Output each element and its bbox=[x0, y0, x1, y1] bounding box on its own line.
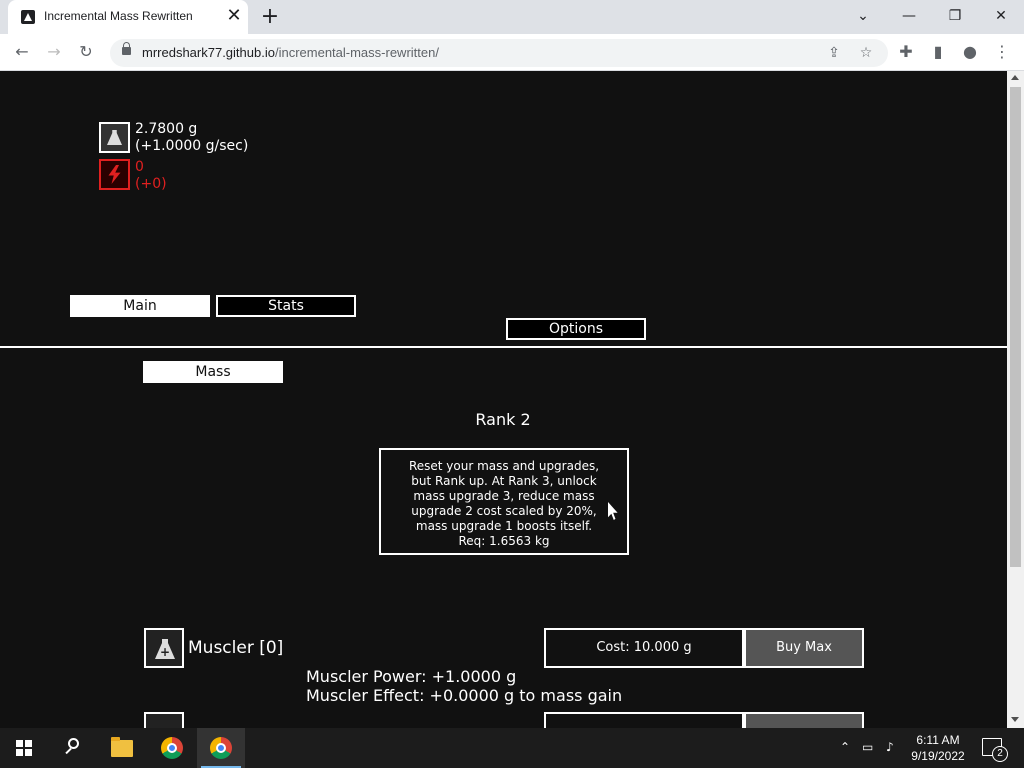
url-path: /incremental-mass-rewritten/ bbox=[274, 45, 439, 60]
notification-count-badge: 2 bbox=[992, 746, 1008, 762]
lightning-bolt-icon bbox=[108, 165, 121, 184]
url-text[interactable]: mrredshark77.github.io/incremental-mass-… bbox=[142, 45, 439, 60]
bookmark-star-icon[interactable]: ☆ bbox=[856, 43, 876, 63]
extensions-icon[interactable]: ✚ bbox=[894, 40, 918, 64]
scroll-down-arrow-icon[interactable] bbox=[1011, 717, 1019, 722]
booster-icon bbox=[144, 712, 184, 728]
rage-power-resource: 0 (+0) bbox=[135, 159, 167, 193]
mass-amount: 2.7800 g bbox=[135, 121, 198, 137]
scroll-up-arrow-icon[interactable] bbox=[1011, 75, 1019, 80]
rage-power-amount: 0 bbox=[135, 159, 144, 175]
section-divider bbox=[0, 346, 1007, 348]
site-favicon-icon bbox=[21, 10, 35, 24]
muscler-effect: Muscler Effect: +0.0000 g to mass gain bbox=[306, 686, 623, 705]
muscler-buy-button[interactable]: Cost: 10.000 g bbox=[544, 628, 744, 668]
chrome-taskbar-button[interactable] bbox=[148, 728, 196, 768]
lock-icon[interactable] bbox=[122, 42, 131, 55]
forward-button[interactable]: → bbox=[42, 40, 66, 64]
file-explorer-button[interactable] bbox=[98, 728, 146, 768]
back-button[interactable]: ← bbox=[10, 40, 34, 64]
minimize-button[interactable]: — bbox=[897, 4, 921, 28]
plus-icon: + bbox=[160, 645, 171, 659]
rank-description-line: mass upgrade 3, reduce mass bbox=[413, 489, 595, 503]
share-icon[interactable]: ⇪ bbox=[824, 43, 844, 63]
game-page: 2.7800 g (+1.0000 g/sec) 0 (+0) Main Sta… bbox=[0, 71, 1007, 728]
close-window-button[interactable]: ✕ bbox=[989, 4, 1013, 28]
weight-icon bbox=[107, 130, 122, 145]
address-bar[interactable]: mrredshark77.github.io/incremental-mass-… bbox=[110, 39, 888, 67]
subtab-mass[interactable]: Mass bbox=[143, 361, 283, 383]
tab-stats[interactable]: Stats bbox=[216, 295, 356, 317]
page-scrollbar[interactable] bbox=[1007, 71, 1024, 728]
rank-title: Rank 2 bbox=[475, 410, 531, 429]
rank-up-button[interactable]: Reset your mass and upgrades, but Rank u… bbox=[379, 448, 629, 555]
windows-start-icon[interactable] bbox=[16, 740, 32, 756]
close-tab-icon[interactable]: ✕ bbox=[224, 6, 244, 26]
booster-buy-max-button[interactable] bbox=[744, 712, 864, 728]
reload-button[interactable]: ↻ bbox=[74, 40, 98, 64]
chrome-icon bbox=[161, 737, 183, 759]
url-host: mrredshark77.github.io bbox=[142, 45, 275, 60]
rank-requirement: Req: 1.6563 kg bbox=[458, 534, 550, 548]
scrollbar-thumb[interactable] bbox=[1010, 87, 1021, 567]
clock-date: 9/19/2022 bbox=[911, 749, 965, 763]
muscler-buy-max-button[interactable]: Buy Max bbox=[744, 628, 864, 668]
rage-power-rate: (+0) bbox=[135, 176, 167, 192]
tab-main[interactable]: Main bbox=[70, 295, 210, 317]
browser-tab[interactable]: Incremental Mass Rewritten ✕ bbox=[8, 0, 248, 34]
search-icon[interactable] bbox=[64, 738, 82, 756]
new-tab-button[interactable]: + bbox=[258, 5, 282, 29]
browser-tab-strip: Incremental Mass Rewritten ✕ + ⌄ — ❐ ✕ bbox=[0, 0, 1024, 34]
restore-button[interactable]: ❐ bbox=[943, 4, 967, 28]
rage-power-resource-icon bbox=[99, 159, 130, 190]
clock-time: 6:11 AM bbox=[916, 733, 960, 747]
tab-options[interactable]: Options bbox=[506, 318, 646, 340]
side-panel-icon[interactable]: ▮ bbox=[926, 40, 950, 64]
profile-avatar-icon[interactable]: ● bbox=[958, 40, 982, 64]
show-hidden-icons-chevron-icon[interactable]: ⌃ bbox=[840, 740, 850, 754]
tab-search-button[interactable]: ⌄ bbox=[851, 4, 875, 28]
volume-icon[interactable]: ♪ bbox=[886, 740, 894, 754]
booster-buy-button[interactable] bbox=[544, 712, 744, 728]
tab-title: Incremental Mass Rewritten bbox=[44, 9, 193, 23]
chrome-icon bbox=[210, 737, 232, 759]
browser-toolbar: ← → ↻ mrredshark77.github.io/incremental… bbox=[0, 34, 1024, 71]
mass-resource-icon bbox=[99, 122, 130, 153]
network-icon[interactable]: ▭ bbox=[862, 740, 873, 754]
rank-description-line: mass upgrade 1 boosts itself. bbox=[415, 519, 593, 533]
mass-rate: (+1.0000 g/sec) bbox=[135, 138, 249, 154]
mass-resource: 2.7800 g (+1.0000 g/sec) bbox=[135, 121, 248, 155]
muscler-icon: + bbox=[144, 628, 184, 668]
chrome-active-taskbar-button[interactable] bbox=[197, 728, 245, 768]
muscler-name: Muscler [0] bbox=[188, 638, 284, 658]
windows-taskbar: ⌃ ▭ ♪ 6:11 AM 9/19/2022 2 bbox=[0, 728, 1024, 768]
rank-description-line: but Rank up. At Rank 3, unlock bbox=[411, 474, 597, 488]
browser-menu-icon[interactable]: ⋮ bbox=[990, 40, 1014, 64]
system-clock[interactable]: 6:11 AM 9/19/2022 bbox=[908, 732, 968, 764]
folder-icon bbox=[111, 737, 133, 757]
muscler-power: Muscler Power: +1.0000 g bbox=[306, 667, 517, 686]
rank-description-line: upgrade 2 cost scaled by 20%, bbox=[411, 504, 597, 518]
rank-description-line: Reset your mass and upgrades, bbox=[408, 459, 600, 473]
